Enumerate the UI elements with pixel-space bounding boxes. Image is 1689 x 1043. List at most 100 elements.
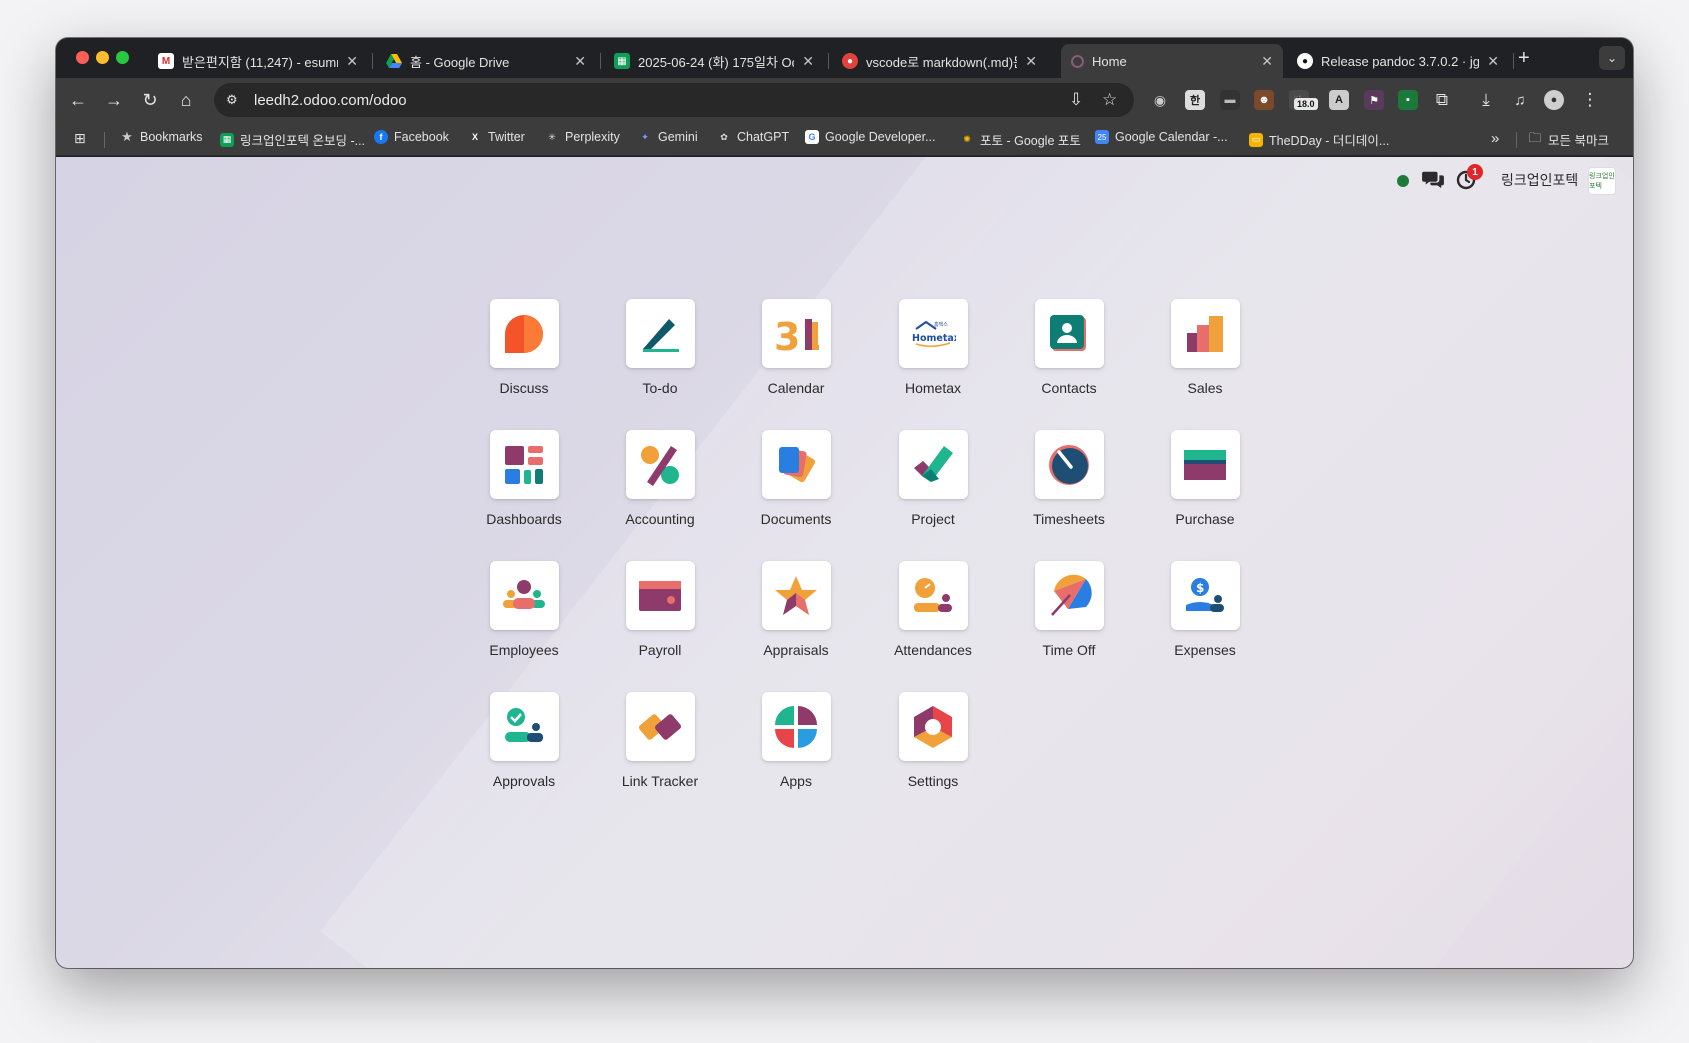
window-extension-icon[interactable]: ▬: [1220, 90, 1240, 110]
app-label: Sales: [1187, 380, 1223, 396]
company-switcher[interactable]: 링크업인포텍: [1501, 170, 1578, 190]
photos-icon: ✺: [963, 134, 971, 144]
app-todo[interactable]: To-do: [605, 299, 715, 409]
app-accounting[interactable]: Accounting: [605, 430, 715, 540]
close-icon[interactable]: ✕: [1025, 53, 1037, 70]
korean-extension-icon[interactable]: 한: [1185, 90, 1205, 110]
tab-sheets[interactable]: ▦ 2025-06-24 (화) 175일차 Od ✕: [604, 44, 824, 78]
close-icon[interactable]: ✕: [346, 53, 358, 70]
app-attendances[interactable]: Attendances: [878, 561, 988, 671]
bookmark-google-photos[interactable]: ✺ 포토 - Google 포토: [960, 130, 1081, 149]
site-settings-icon[interactable]: ⚙: [226, 92, 242, 108]
user-avatar[interactable]: 링크업인포텍: [1588, 167, 1616, 195]
green-extension-icon[interactable]: ▪: [1398, 90, 1418, 110]
bookmark-onboarding[interactable]: ▦ 링크업인포텍 온보딩 -...: [220, 130, 365, 149]
app-label: Purchase: [1175, 511, 1235, 527]
reload-button[interactable]: ↻: [138, 88, 162, 112]
app-label: Payroll: [638, 642, 682, 658]
bookmark-gemini[interactable]: ✦ Gemini: [638, 130, 697, 144]
bookmarks-overflow-button[interactable]: »: [1491, 130, 1499, 147]
star-icon: ★: [121, 129, 133, 144]
tab-gmail[interactable]: M 받은편지함 (11,247) - esumme ✕: [148, 44, 368, 78]
camera-extension-icon[interactable]: ◉: [1150, 90, 1170, 110]
tab-home[interactable]: Home ✕: [1061, 44, 1283, 78]
address-bar[interactable]: ⚙ leedh2.odoo.com/odoo ⇩ ☆: [214, 83, 1134, 117]
forward-button[interactable]: →: [102, 88, 126, 112]
bookmark-google-calendar[interactable]: 25 Google Calendar -...: [1095, 130, 1228, 144]
app-time-off[interactable]: Time Off: [1014, 561, 1124, 671]
bookmark-chatgpt[interactable]: ✿ ChatGPT: [717, 130, 789, 144]
app-timesheets[interactable]: Timesheets: [1014, 430, 1124, 540]
discuss-icon: [489, 299, 559, 368]
character-extension-icon[interactable]: ☻: [1254, 90, 1274, 110]
home-button[interactable]: ⌂: [174, 88, 198, 112]
close-icon[interactable]: ✕: [802, 53, 814, 70]
sheets-icon: ▦: [614, 53, 630, 69]
close-window-button[interactable]: [76, 51, 89, 64]
media-controls-icon[interactable]: ♫: [1510, 90, 1530, 110]
bookmark-google-developer[interactable]: G Google Developer...: [805, 130, 936, 144]
more-menu-icon[interactable]: ⋮: [1580, 90, 1600, 110]
download-icon[interactable]: ⤓: [1476, 90, 1496, 110]
bookmark-star-icon[interactable]: ☆: [1102, 83, 1117, 117]
app-label: Approvals: [492, 773, 556, 789]
tab-title: vscode로 markdown(.md)문: [866, 54, 1018, 70]
minimize-window-button[interactable]: [96, 51, 109, 64]
back-button[interactable]: ←: [66, 88, 90, 112]
app-label: Link Tracker: [621, 773, 699, 789]
calendar-app-icon: 31: [761, 299, 831, 368]
bookmark-label: 모든 북마크: [1548, 134, 1609, 148]
todo-icon: [625, 299, 695, 368]
translate-extension-icon[interactable]: A: [1329, 90, 1349, 110]
tab-google-drive[interactable]: 홈 - Google Drive ✕: [376, 44, 596, 78]
chevron-down-icon: ⌄: [1606, 51, 1618, 65]
app-purchase[interactable]: Purchase: [1150, 430, 1260, 540]
bookmark-thedday[interactable]: ▭ TheDDay - 더디데이...: [1249, 130, 1389, 149]
install-app-icon[interactable]: ⇩: [1069, 83, 1083, 117]
app-hometax[interactable]: 홈택스 Hometax Hometax: [878, 299, 988, 409]
tab-strip: M 받은편지함 (11,247) - esumme ✕ 홈 - Google D…: [56, 38, 1633, 78]
bookmark-perplexity[interactable]: ✳ Perplexity: [545, 130, 620, 144]
app-approvals[interactable]: Approvals: [469, 692, 579, 802]
bookmark-twitter[interactable]: X Twitter: [468, 130, 525, 144]
app-dashboards[interactable]: Dashboards: [469, 430, 579, 540]
close-icon[interactable]: ✕: [574, 53, 586, 70]
app-payroll[interactable]: Payroll: [605, 561, 715, 671]
svg-text:$: $: [1196, 581, 1204, 595]
app-documents[interactable]: Documents: [741, 430, 851, 540]
maximize-window-button[interactable]: [116, 51, 129, 64]
extensions-puzzle-icon[interactable]: ⧉: [1432, 90, 1452, 110]
app-settings[interactable]: Settings: [878, 692, 988, 802]
profile-avatar-icon[interactable]: ●: [1544, 90, 1564, 110]
tab-title: Home: [1092, 53, 1127, 69]
home-icon: ⌂: [180, 89, 192, 110]
bookmark-facebook[interactable]: f Facebook: [374, 130, 449, 144]
new-tab-button[interactable]: +: [1518, 47, 1530, 70]
close-icon[interactable]: ✕: [1487, 53, 1499, 70]
app-contacts[interactable]: Contacts: [1014, 299, 1124, 409]
github-icon: ●: [1297, 53, 1313, 69]
settings-icon: [898, 692, 968, 761]
presence-status-dot[interactable]: [1397, 175, 1409, 187]
app-appraisals[interactable]: Appraisals: [741, 561, 851, 671]
tab-github-pandoc[interactable]: ● Release pandoc 3.7.0.2 · jg ✕: [1287, 44, 1509, 78]
tab-vscode-markdown[interactable]: ● vscode로 markdown(.md)문 ✕: [832, 44, 1047, 78]
tab-search-button[interactable]: ⌄: [1599, 46, 1625, 70]
app-employees[interactable]: Employees: [469, 561, 579, 671]
google-drive-icon: [386, 53, 402, 69]
app-expenses[interactable]: $ Expenses: [1150, 561, 1260, 671]
apps-grid-button[interactable]: ⊞: [74, 130, 86, 147]
app-discuss[interactable]: Discuss: [469, 299, 579, 409]
chat-icon[interactable]: [1422, 169, 1444, 189]
tab-separator: [828, 53, 829, 69]
app-sales[interactable]: Sales: [1150, 299, 1260, 409]
flag-extension-icon[interactable]: ⚑: [1364, 90, 1384, 110]
close-icon[interactable]: ✕: [1261, 53, 1273, 70]
all-bookmarks-folder[interactable]: 🗀 모든 북마크: [1528, 130, 1609, 149]
app-link-tracker[interactable]: Link Tracker: [605, 692, 715, 802]
app-apps[interactable]: Apps: [741, 692, 851, 802]
bookmark-bookmarks[interactable]: ★ Bookmarks: [120, 129, 202, 144]
app-project[interactable]: Project: [878, 430, 988, 540]
svg-text:31: 31: [774, 315, 819, 357]
app-calendar[interactable]: 31 Calendar: [741, 299, 851, 409]
